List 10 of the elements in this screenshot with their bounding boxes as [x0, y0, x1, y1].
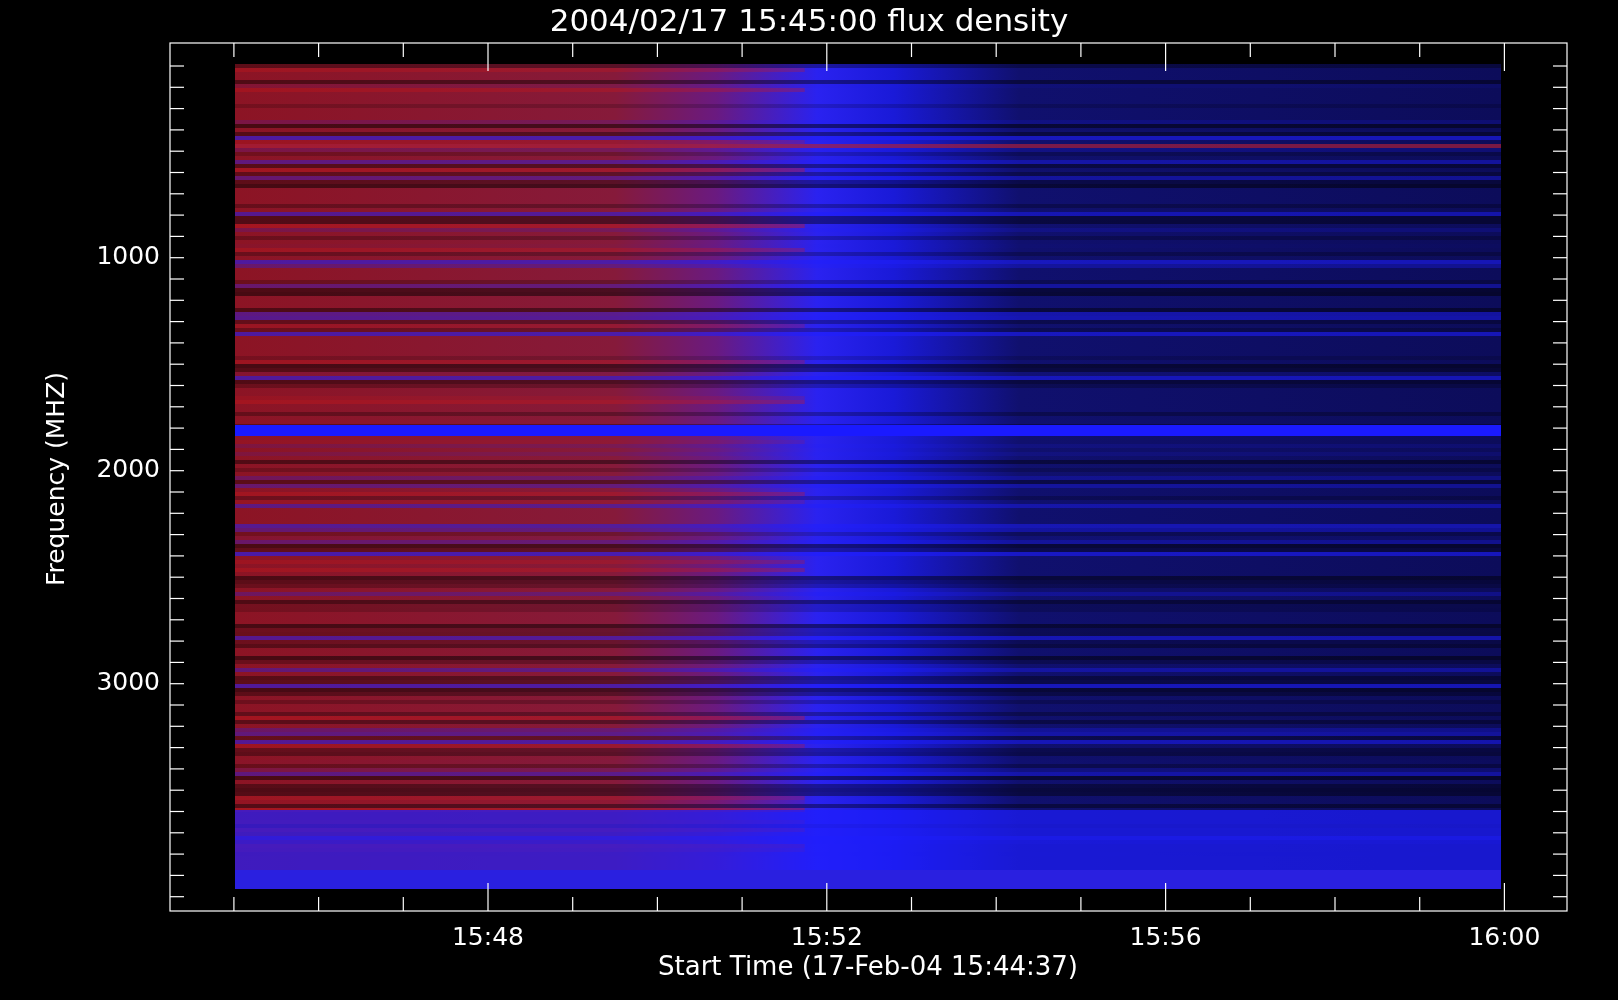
- chart-title: 2004/02/17 15:45:00 flux density: [549, 2, 1069, 38]
- x-tick-label: 16:00: [1468, 922, 1541, 951]
- y-tick-label: 3000: [96, 667, 160, 696]
- y-tick-label: 2000: [96, 454, 160, 483]
- x-tick-label: 15:52: [790, 922, 863, 951]
- y-axis-title: Frequency (MHZ): [41, 371, 70, 587]
- x-tick-label: 15:48: [452, 922, 524, 951]
- y-tick-label: 1000: [96, 241, 160, 270]
- x-axis-title: Start Time (17-Feb-04 15:44:37): [658, 951, 1078, 981]
- x-tick-label: 15:56: [1129, 922, 1202, 951]
